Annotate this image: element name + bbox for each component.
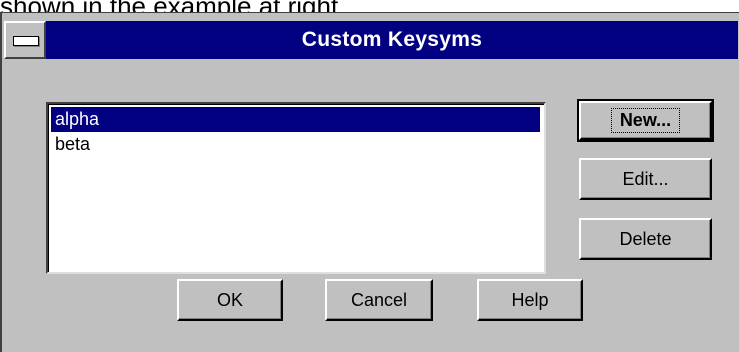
cancel-button-label: Cancel <box>350 289 408 310</box>
new-button[interactable]: New... <box>577 99 714 142</box>
edit-button[interactable]: Edit... <box>579 158 712 200</box>
delete-button[interactable]: Delete <box>579 218 712 260</box>
help-button[interactable]: Help <box>477 279 583 321</box>
new-button-label: New... <box>610 108 681 133</box>
keysyms-listbox[interactable]: alpha beta <box>46 102 546 274</box>
system-menu-bar <box>13 36 39 46</box>
edit-button-label: Edit... <box>622 168 669 189</box>
ok-button-label: OK <box>216 289 243 310</box>
dialog-title: Custom Keysyms <box>301 28 483 51</box>
list-item-alpha[interactable]: alpha <box>51 107 540 132</box>
system-menu-icon[interactable] <box>4 21 46 59</box>
delete-button-label: Delete <box>619 228 672 249</box>
cancel-button[interactable]: Cancel <box>325 279 433 321</box>
list-item-beta[interactable]: beta <box>51 132 540 157</box>
ok-button[interactable]: OK <box>177 279 283 321</box>
help-button-label: Help <box>511 289 549 310</box>
custom-keysyms-dialog: Custom Keysyms alpha beta New... Edit...… <box>0 12 739 352</box>
title-bar[interactable]: Custom Keysyms <box>4 21 738 59</box>
